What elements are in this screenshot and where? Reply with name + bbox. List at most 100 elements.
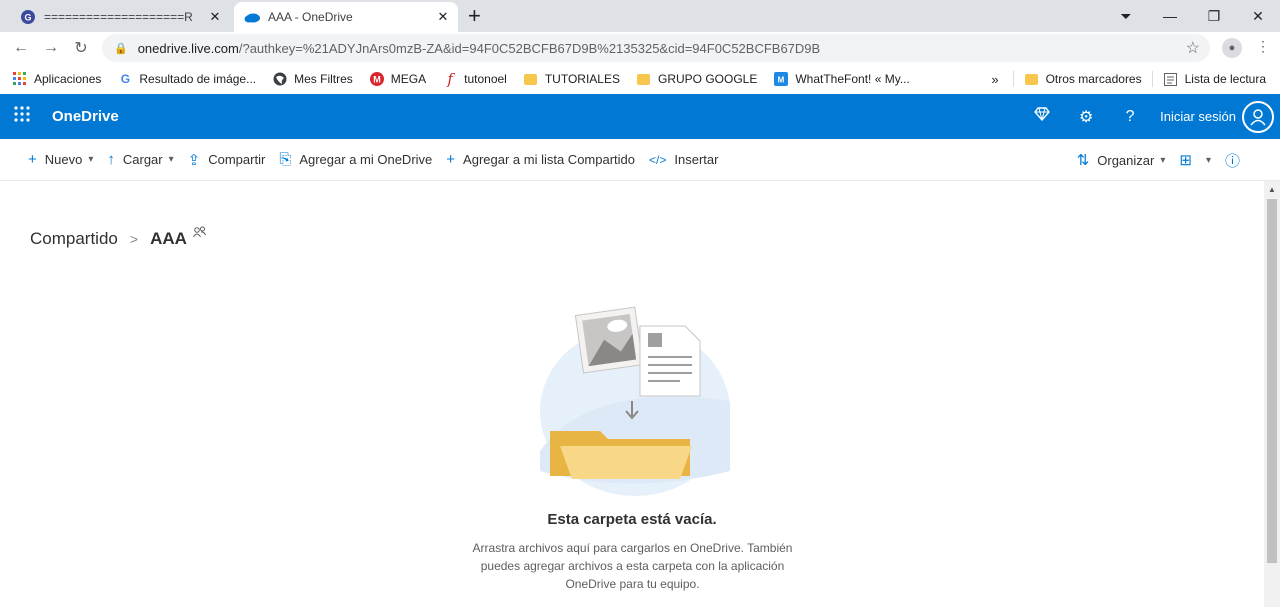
scrollbar-thumb[interactable] — [1267, 199, 1277, 563]
bookmark-apps[interactable]: Aplicaciones — [12, 71, 101, 87]
bookmarks-right: » Otros marcadores Lista de lectura — [991, 64, 1266, 94]
share-button[interactable]: ⇪ Compartir — [188, 151, 266, 169]
tab-title: ====================R — [44, 10, 193, 24]
apps-grid-icon — [12, 71, 28, 87]
info-icon: ⓘ — [1224, 152, 1240, 170]
organize-button[interactable]: ⇅ Organizar ▾ — [1077, 151, 1166, 169]
browser-tab-2[interactable]: AAA - OneDrive ✕ — [234, 2, 458, 32]
help-icon[interactable]: ? — [1108, 108, 1152, 126]
bookmark-label: WhatTheFont! « My... — [795, 72, 910, 86]
window-controls: ⏷ — ❐ ✕ — [1104, 0, 1280, 32]
plus-icon: + — [446, 151, 456, 168]
toolbar-right: ● ⋮ — [1222, 38, 1270, 58]
reload-icon[interactable]: ↻ — [66, 38, 96, 58]
scroll-up-icon[interactable]: ▲ — [1264, 185, 1280, 194]
reading-list[interactable]: Lista de lectura — [1163, 71, 1266, 87]
chevron-down-icon: ▾ — [168, 154, 174, 165]
details-pane-button[interactable]: ⓘ — [1225, 150, 1248, 171]
bookmark-grupo-google[interactable]: GRUPO GOOGLE — [636, 71, 757, 87]
add-to-onedrive-button[interactable]: ⎘ Agregar a mi OneDrive — [279, 151, 432, 168]
gear-icon[interactable]: ⚙ — [1064, 107, 1108, 127]
minimize-button[interactable]: — — [1148, 8, 1192, 24]
bookmark-label: tutonoel — [464, 72, 507, 86]
svg-text:M: M — [778, 76, 785, 85]
chevron-down-icon: ▾ — [88, 154, 94, 165]
bookmark-tutonoel[interactable]: f tutonoel — [442, 70, 507, 88]
google-icon: G — [120, 72, 131, 86]
add-to-shared-list-label: Agregar a mi lista Compartido — [463, 152, 636, 167]
embed-code-icon: </> — [649, 152, 667, 167]
bookmark-label: TUTORIALES — [544, 72, 620, 86]
vertical-scrollbar[interactable]: ▲ — [1264, 181, 1280, 607]
command-bar-right: ⇅ Organizar ▾ ⊞ ▾ ⓘ — [1077, 139, 1248, 181]
bookmark-label: GRUPO GOOGLE — [657, 72, 758, 86]
bookmark-label: MEGA — [390, 72, 427, 86]
svg-text:M: M — [373, 75, 381, 85]
url-host: onedrive.live.com — [137, 40, 239, 56]
bookmarks-overflow-icon[interactable]: » — [991, 72, 998, 87]
add-shortcut-icon: ⎘ — [279, 151, 292, 168]
restore-button[interactable]: ❐ — [1192, 8, 1236, 25]
share-icon: ⇪ — [187, 151, 201, 169]
url-field[interactable]: 🔒 onedrive.live.com/?authkey=%21ADYJnArs… — [102, 34, 1210, 62]
bookmark-label: Mes Filtres — [294, 72, 353, 86]
menu-kebab-icon[interactable]: ⋮ — [1256, 38, 1270, 58]
breadcrumb-parent[interactable]: Compartido — [30, 229, 118, 249]
chevron-down-icon: ▾ — [1205, 154, 1211, 166]
upload-icon: ↑ — [107, 151, 115, 168]
bookmark-mega[interactable]: M MEGA — [369, 71, 426, 87]
f-script-icon: f — [447, 70, 453, 88]
share-button-label: Compartir — [208, 152, 266, 167]
chevron-right-icon: > — [129, 231, 139, 247]
header-actions: ⚙ ? Iniciar sesión — [1020, 94, 1274, 139]
address-bar: ← → ↻ 🔒 onedrive.live.com/?authkey=%21AD… — [0, 32, 1280, 64]
forward-icon[interactable]: → — [36, 39, 66, 57]
profile-icon[interactable]: ● — [1222, 38, 1242, 58]
bookmark-google[interactable]: G Resultado de imáge... — [117, 71, 256, 87]
bookmark-mes-filtres[interactable]: Mes Filtres — [272, 71, 353, 87]
other-bookmarks[interactable]: Otros marcadores — [1024, 71, 1142, 87]
embed-button[interactable]: </> Insertar — [649, 152, 718, 167]
new-button[interactable]: + Nuevo ▾ — [28, 151, 93, 168]
add-to-onedrive-label: Agregar a mi OneDrive — [299, 152, 433, 167]
bookmark-star-icon[interactable]: ☆ — [1186, 38, 1200, 58]
divider — [1012, 71, 1014, 87]
app-launcher-icon[interactable] — [0, 106, 44, 127]
close-icon[interactable]: ✕ — [204, 9, 226, 25]
browser-tab-1[interactable]: G ====================R ✕ — [8, 2, 230, 32]
back-icon[interactable]: ← — [6, 39, 36, 57]
url-path: /?authkey=%21ADYJnArs0mzB-ZA&id=94F0C52B… — [238, 40, 821, 56]
breadcrumb-current[interactable]: AAA — [150, 229, 187, 249]
browser-tab-bar: G ====================R ✕ AAA - OneDrive… — [0, 0, 1280, 32]
grid-view-icon: ⊞ — [1179, 152, 1192, 169]
diamond-icon[interactable] — [1020, 107, 1064, 126]
tab-search-icon[interactable]: ⏷ — [1104, 8, 1148, 25]
view-switcher-button[interactable]: ⊞ ▾ — [1179, 151, 1211, 169]
avatar-icon[interactable] — [1242, 100, 1274, 133]
mega-icon: M — [369, 71, 385, 87]
lock-icon: 🔒 — [114, 42, 128, 55]
onedrive-header: OneDrive ⚙ ? Iniciar sesión — [0, 94, 1280, 139]
empty-state-description: Arrastra archivos aquí para cargarlos en… — [472, 541, 793, 591]
organize-label: Organizar — [1097, 152, 1155, 168]
upload-button[interactable]: ↑ Cargar ▾ — [107, 151, 173, 168]
chevron-down-icon: ▾ — [1160, 154, 1166, 166]
add-to-shared-list-button[interactable]: + Agregar a mi lista Compartido — [446, 151, 635, 168]
reading-list-label: Lista de lectura — [1184, 72, 1266, 86]
signin-link[interactable]: Iniciar sesión — [1160, 109, 1236, 124]
other-bookmarks-label: Otros marcadores — [1045, 72, 1142, 86]
close-icon[interactable]: ✕ — [432, 9, 454, 25]
command-bar: + Nuevo ▾ ↑ Cargar ▾ ⇪ Compartir ⎘ Agreg… — [0, 139, 1280, 181]
new-tab-button[interactable]: + — [468, 3, 481, 29]
plus-icon: + — [28, 151, 37, 168]
sort-icon: ⇅ — [1076, 152, 1090, 169]
brand-title[interactable]: OneDrive — [52, 108, 119, 125]
bookmark-tutoriales[interactable]: TUTORIALES — [523, 71, 620, 87]
globe-icon — [272, 71, 288, 87]
embed-button-label: Insertar — [674, 152, 719, 167]
bookmark-whatthefont[interactable]: M WhatTheFont! « My... — [773, 71, 910, 87]
shared-people-icon — [192, 226, 206, 241]
close-window-button[interactable]: ✕ — [1236, 8, 1280, 25]
g-circle-icon: G — [20, 9, 36, 25]
empty-folder-illustration — [530, 301, 740, 501]
